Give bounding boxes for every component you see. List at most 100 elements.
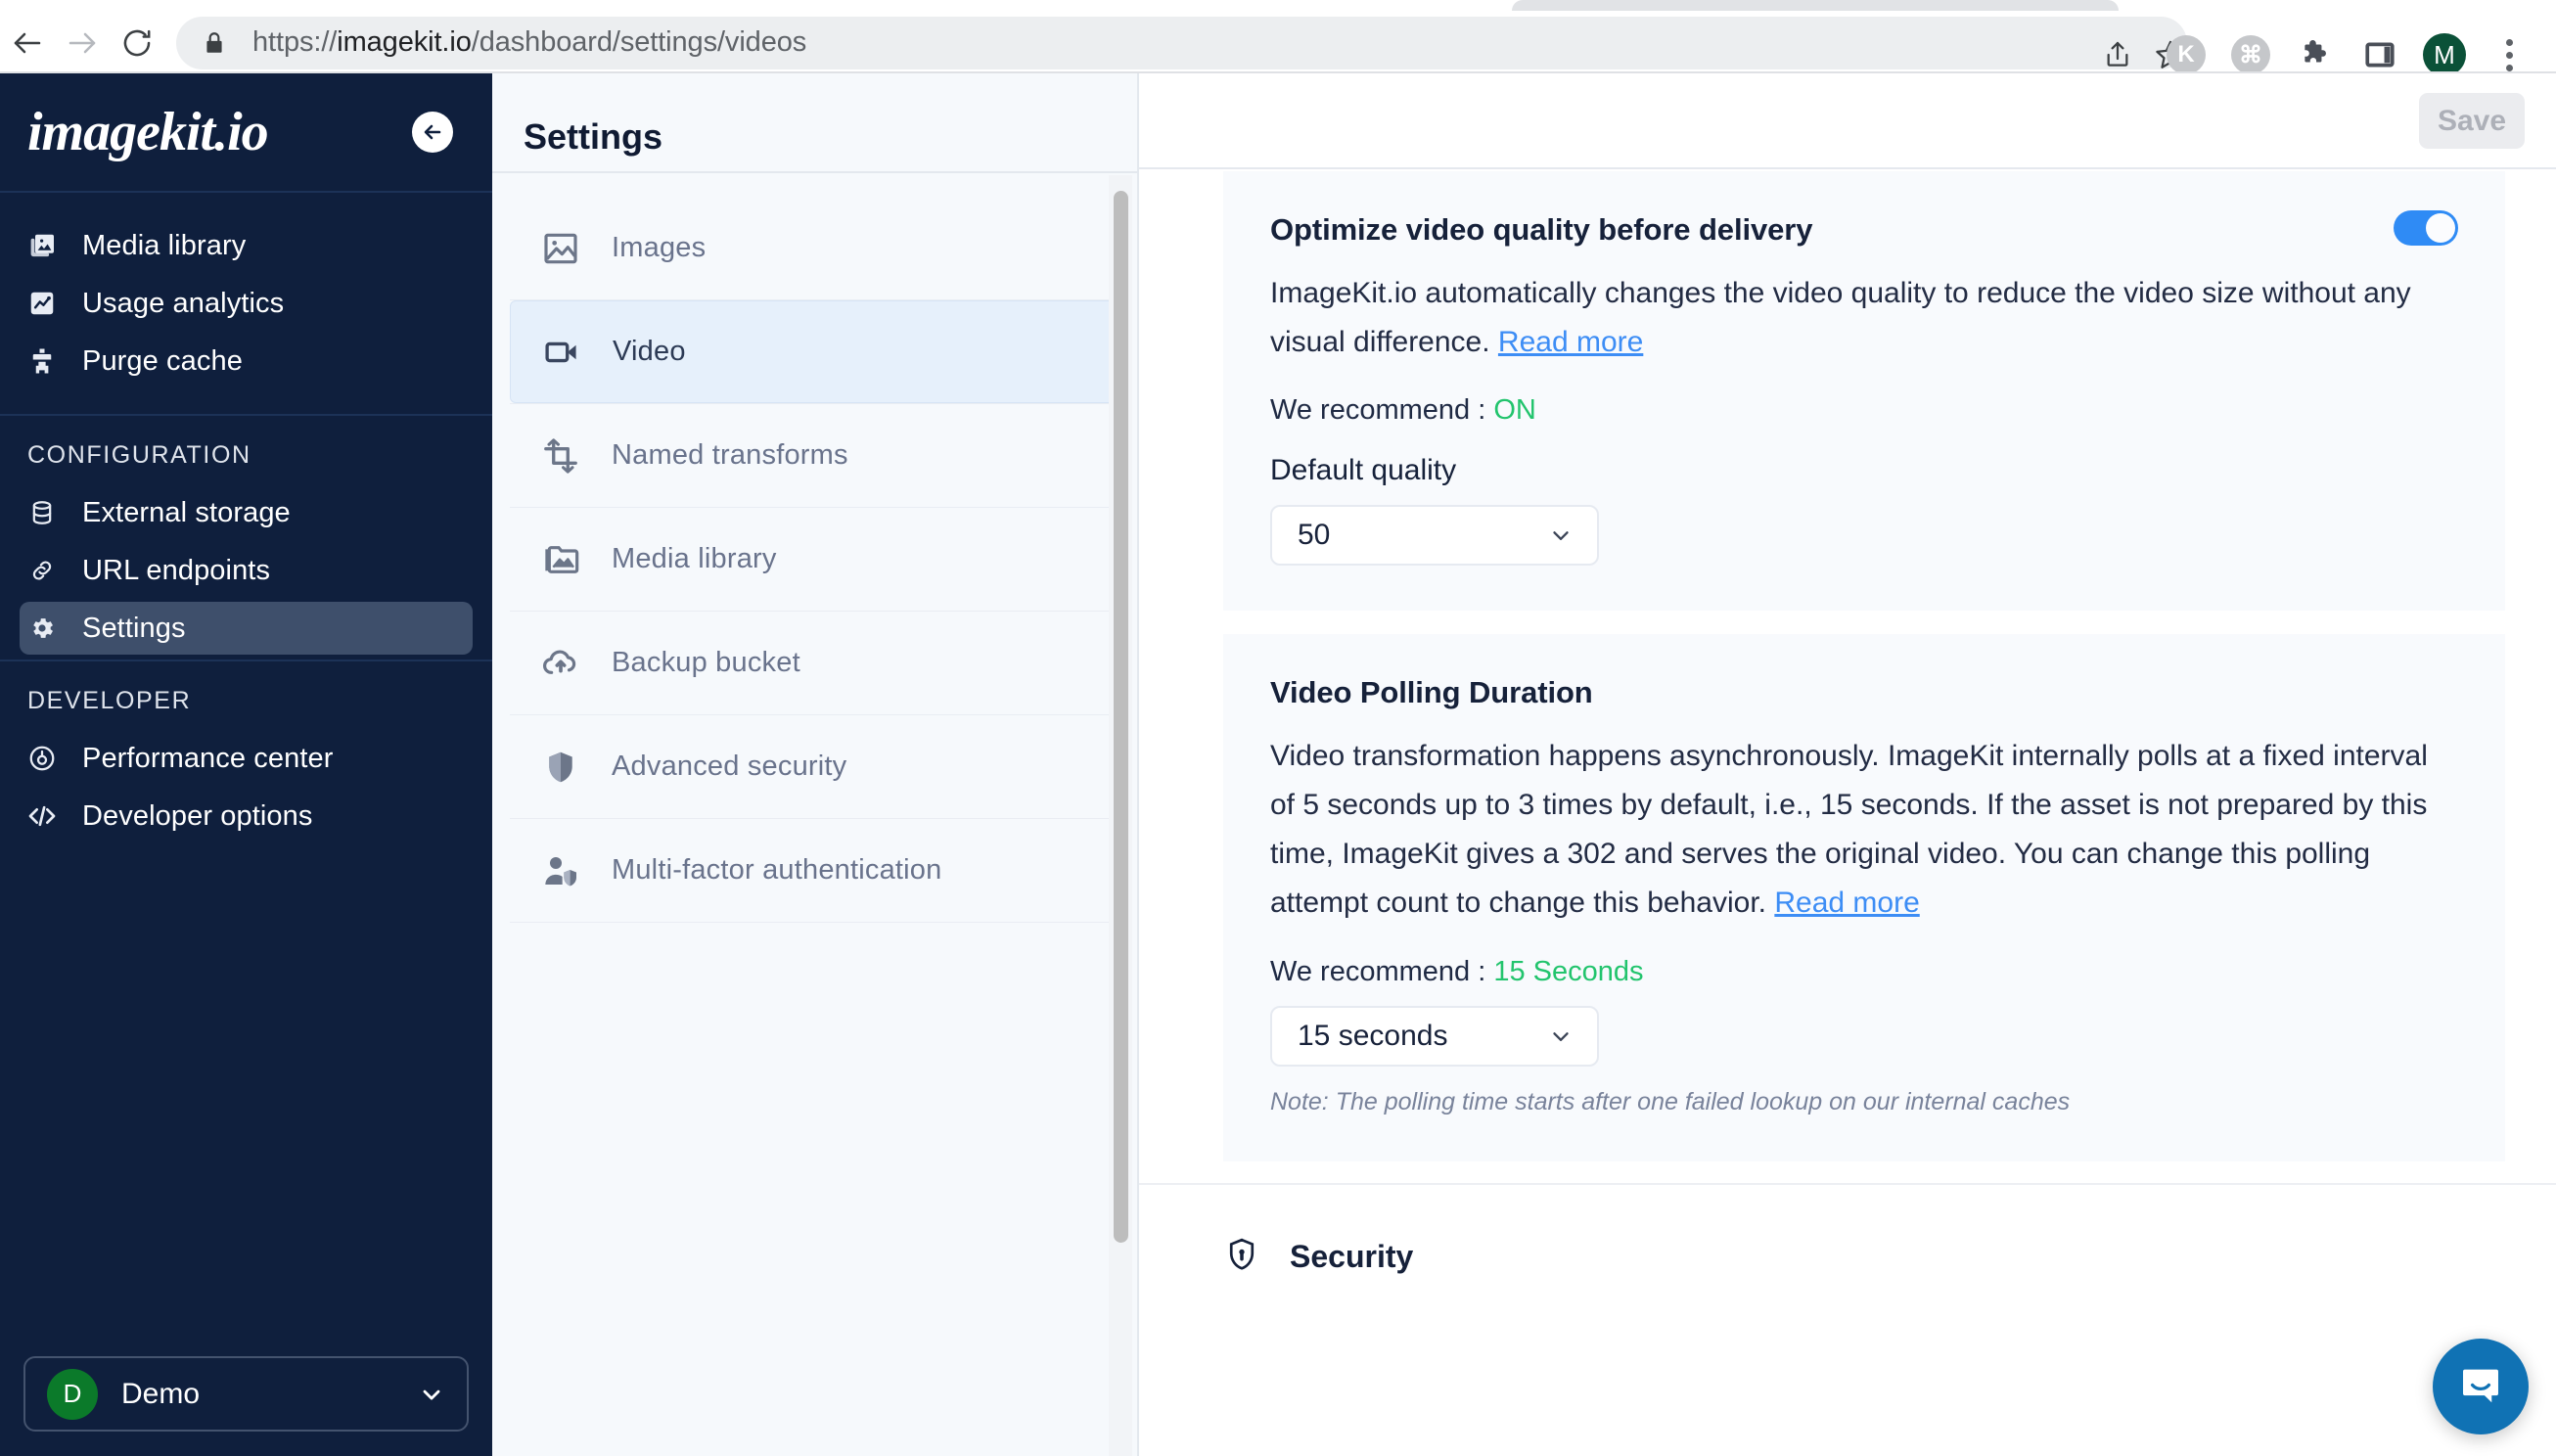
address-bar[interactable]: https://imagekit.io/dashboard/settings/v… (176, 16, 2187, 69)
card-description-text: ImageKit.io automatically changes the vi… (1270, 277, 2411, 359)
sidebar-item-label: External storage (82, 496, 291, 528)
media-library-icon (25, 229, 59, 262)
sidebar-brand-row: imagekit.io (0, 73, 492, 191)
forward-arrow-icon (68, 32, 96, 53)
chat-launcher-button[interactable] (2433, 1339, 2529, 1434)
settings-item-advanced-security[interactable]: Advanced security (510, 715, 1119, 818)
avatar: M (2423, 33, 2466, 76)
card-title: Video Polling Duration (1270, 675, 1593, 710)
polling-duration-select[interactable]: 15 seconds (1270, 1005, 1599, 1067)
purge-cache-icon (25, 344, 59, 378)
sidebar-configuration-group: CONFIGURATION External storage URL endpo… (0, 416, 492, 655)
browser-tab-strip (0, 0, 2556, 13)
content-scroll-area: Optimize video quality before delivery I… (1139, 171, 2556, 1456)
shield-icon (539, 746, 582, 789)
link-icon (25, 554, 59, 587)
kebab-menu-icon (2505, 38, 2513, 71)
chat-bubble-icon (2463, 1369, 2498, 1403)
account-name: Demo (121, 1377, 201, 1410)
collapse-sidebar-button[interactable] (412, 112, 453, 153)
settings-item-video[interactable]: Video (510, 300, 1119, 403)
sidebar-item-url-endpoints[interactable]: URL endpoints (20, 544, 473, 597)
sidebar-developer-group: DEVELOPER Performance center Developer o… (0, 661, 492, 842)
card-gap (1139, 611, 2556, 635)
app-shell: imagekit.io Media library Usage analytic… (0, 73, 2556, 1456)
settings-item-label: Video (613, 336, 686, 367)
chevron-down-icon (423, 1389, 440, 1399)
sidebar-item-external-storage[interactable]: External storage (20, 486, 473, 539)
default-quality-select[interactable]: 50 (1270, 505, 1599, 567)
settings-menu-list: Images Video Named transforms Media libr… (492, 173, 1137, 1456)
sidebar-item-media-library[interactable]: Media library (20, 219, 473, 272)
cloud-upload-icon (539, 642, 582, 685)
account-switcher[interactable]: D Demo (23, 1356, 469, 1432)
puzzle-piece-icon (2305, 40, 2326, 63)
imagekit-logo[interactable]: imagekit.io (27, 101, 269, 163)
sidebar-item-label: URL endpoints (82, 554, 271, 586)
optimize-video-quality-toggle[interactable] (2394, 210, 2458, 246)
sidebar-item-purge-cache[interactable]: Purge cache (20, 335, 473, 387)
page-title: Settings (524, 116, 663, 157)
sidebar-section-developer: DEVELOPER (27, 687, 192, 714)
chevron-down-icon (1553, 531, 1569, 541)
side-panel-icon (2365, 42, 2395, 68)
read-more-link[interactable]: Read more (1774, 887, 1919, 919)
browser-toolbar: https://imagekit.io/dashboard/settings/v… (0, 13, 2556, 76)
sidebar-item-performance-center[interactable]: Performance center (20, 732, 473, 785)
reload-icon (123, 29, 151, 56)
recommendation-line: We recommend : 15 Seconds (1270, 956, 2458, 988)
recommendation-prefix: We recommend : (1270, 394, 1494, 427)
sidebar-item-usage-analytics[interactable]: Usage analytics (20, 277, 473, 330)
sidebar-section-configuration: CONFIGURATION (27, 441, 251, 469)
main-sidebar: imagekit.io Media library Usage analytic… (0, 73, 492, 1456)
forward-button[interactable] (55, 16, 110, 70)
sidebar-item-label: Developer options (82, 799, 313, 832)
lock-shield-icon (1223, 1236, 1260, 1278)
settings-panel: Settings Images Video Named transforms M… (492, 73, 1139, 1456)
sidebar-item-label: Usage analytics (82, 287, 285, 319)
sidebar-item-developer-options[interactable]: Developer options (20, 790, 473, 842)
polling-duration-value: 15 seconds (1298, 1019, 1448, 1052)
active-tab[interactable] (1512, 0, 2119, 11)
usage-analytics-icon (25, 287, 59, 320)
settings-item-divider (510, 922, 1119, 923)
default-quality-value: 50 (1298, 519, 1331, 552)
card-title: Optimize video quality before delivery (1270, 212, 1813, 247)
image-icon (539, 227, 582, 270)
settings-item-label: Multi-factor authentication (612, 854, 942, 886)
sidebar-item-label: Media library (82, 229, 247, 261)
database-icon (25, 496, 59, 529)
gauge-icon (25, 742, 59, 775)
read-more-link[interactable]: Read more (1498, 326, 1643, 358)
sidebar-item-settings[interactable]: Settings (20, 602, 473, 655)
settings-item-media-library[interactable]: Media library (510, 508, 1119, 611)
gear-icon (25, 612, 59, 645)
settings-item-images[interactable]: Images (510, 197, 1119, 299)
card-description: ImageKit.io automatically changes the vi… (1270, 269, 2435, 367)
save-button[interactable]: Save (2419, 93, 2525, 149)
sidebar-item-label: Settings (82, 612, 186, 644)
recommendation-line: We recommend : ON (1270, 394, 2458, 427)
reload-button[interactable] (110, 16, 164, 70)
settings-item-backup-bucket[interactable]: Backup bucket (510, 612, 1119, 714)
security-section: Security (1139, 1182, 2556, 1278)
optimize-video-quality-card: Optimize video quality before delivery I… (1223, 171, 2505, 612)
crop-icon (539, 434, 582, 478)
account-avatar: D (47, 1368, 98, 1420)
settings-item-named-transforms[interactable]: Named transforms (510, 404, 1119, 507)
settings-panel-header: Settings (492, 73, 1137, 171)
user-shield-icon (539, 849, 582, 892)
sidebar-item-label: Purge cache (82, 344, 243, 377)
settings-item-label: Images (612, 232, 707, 263)
settings-panel-scrollbar-thumb[interactable] (1114, 191, 1128, 1243)
sidebar-item-label: Performance center (82, 742, 334, 774)
back-button[interactable] (0, 16, 55, 70)
arrow-left-icon (424, 124, 441, 140)
settings-item-label: Named transforms (612, 439, 848, 471)
command-icon: ⌘ (2231, 35, 2270, 74)
sidebar-primary-group: Media library Usage analytics Purge cach… (0, 193, 492, 414)
url-text: https://imagekit.io/dashboard/settings/v… (252, 26, 807, 58)
recommendation-prefix: We recommend : (1270, 955, 1494, 987)
recommendation-value: 15 Seconds (1493, 955, 1644, 987)
settings-item-multi-factor-authentication[interactable]: Multi-factor authentication (510, 819, 1119, 922)
